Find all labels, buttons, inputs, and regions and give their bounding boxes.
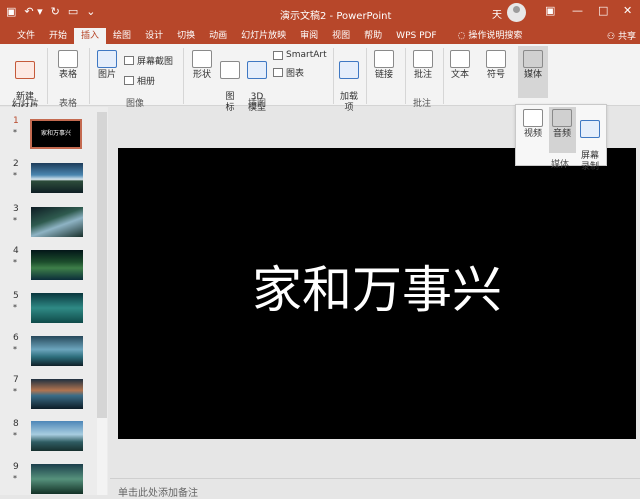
text-button[interactable]: 文本 <box>448 50 472 81</box>
slide-thumbnail[interactable] <box>31 336 83 366</box>
save-icon[interactable]: ▣ <box>6 4 16 20</box>
group-divider <box>47 48 48 104</box>
slide-thumbnail[interactable] <box>31 421 83 451</box>
slide-thumbnail[interactable] <box>31 379 83 409</box>
group-divider <box>183 48 184 104</box>
symbol-button[interactable]: 符号 <box>484 50 508 81</box>
comment-button[interactable]: 批注 <box>411 50 435 81</box>
group-divider <box>405 48 406 104</box>
chart-button[interactable]: 图表 <box>273 66 304 79</box>
avatar[interactable] <box>507 3 526 22</box>
album-button[interactable]: 相册 <box>124 74 155 87</box>
smartart-icon <box>273 50 283 60</box>
screen-record-button[interactable]: 屏幕 录制 <box>578 109 602 173</box>
group-divider <box>366 48 367 104</box>
group-divider <box>443 48 444 104</box>
slide-canvas[interactable]: 家和万事兴 <box>118 148 636 439</box>
slide-thumbnail[interactable] <box>31 464 83 494</box>
customize-icon[interactable]: ⌄ <box>86 4 95 20</box>
slide-thumbnail[interactable] <box>31 293 83 323</box>
group-divider <box>89 48 90 104</box>
window-title: 演示文稿2 - PowerPoint <box>280 11 392 22</box>
new-slide-icon <box>15 61 35 79</box>
audio-button[interactable]: 音频 <box>550 109 574 140</box>
chart-icon <box>273 68 283 77</box>
speaker-icon <box>552 109 572 127</box>
minimize-icon[interactable]: — <box>572 4 583 17</box>
user-name[interactable]: 天 <box>492 6 502 21</box>
screenshot-button[interactable]: 屏幕截图 <box>124 54 173 67</box>
shapes-button[interactable]: 形状 <box>190 50 214 81</box>
thumbnail-scrollbar-track[interactable] <box>97 418 107 495</box>
film-icon <box>523 109 543 127</box>
maximize-icon[interactable]: □ <box>598 4 608 17</box>
share-button[interactable]: ⚇ 共享 <box>607 29 636 42</box>
group-label-comments: 批注 <box>413 99 432 109</box>
media-group-label: 媒体 <box>551 160 570 170</box>
comment-icon <box>413 50 433 68</box>
addins-button[interactable]: 加载 项 <box>338 50 360 114</box>
undo-icon[interactable]: ↶ ▾ <box>24 4 42 20</box>
close-icon[interactable]: ✕ <box>623 4 632 17</box>
smartart-button[interactable]: SmartArt <box>273 50 327 60</box>
video-button[interactable]: 视频 <box>521 109 545 140</box>
lightbulb-icon: ◌ <box>457 31 469 41</box>
notes-placeholder[interactable]: 单击此处添加备注 <box>118 484 198 499</box>
icons-icon <box>220 61 240 79</box>
person-icon: ⚇ <box>607 32 618 42</box>
speaker-icon <box>523 50 543 68</box>
media-dropdown: 视频 音频 屏幕 录制 媒体 <box>515 104 607 172</box>
icons-button[interactable]: 图 标 <box>220 50 240 114</box>
group-divider <box>333 48 334 104</box>
quick-access-toolbar: ▣ ↶ ▾ ↻ ▭ ⌄ <box>6 4 96 20</box>
table-button[interactable]: 表格 <box>53 50 83 81</box>
screenshot-icon <box>124 56 134 65</box>
ribbon-display-icon[interactable]: ▣ <box>545 4 555 17</box>
screen-record-icon <box>580 120 600 138</box>
slide-title-text[interactable]: 家和万事兴 <box>118 258 636 322</box>
group-label-images: 图像 <box>126 99 145 109</box>
picture-button[interactable]: 图片 <box>94 50 120 81</box>
link-icon <box>374 50 394 68</box>
slide-thumbnail[interactable]: 家和万事兴 <box>30 119 82 149</box>
shapes-icon <box>192 50 212 68</box>
media-button[interactable]: 媒体 <box>518 46 548 98</box>
link-button[interactable]: 链接 <box>372 50 396 81</box>
addins-icon <box>339 61 359 79</box>
cube-icon <box>247 61 267 79</box>
slide-thumbnail[interactable] <box>31 207 83 237</box>
slide-thumbnail[interactable] <box>31 250 83 280</box>
group-label-illustrations: 插图 <box>248 99 267 109</box>
omega-icon <box>486 50 506 68</box>
table-icon <box>58 50 78 68</box>
ribbon-tabs: 文件 开始 插入 绘图 设计 切换 动画 幻灯片放映 审阅 视图 帮助 WPS … <box>0 26 640 46</box>
picture-icon <box>97 50 117 68</box>
title-bar: ▣ ↶ ▾ ↻ ▭ ⌄ 演示文稿2 - PowerPoint 天 ▣ — □ ✕ <box>0 0 640 26</box>
album-icon <box>124 76 134 85</box>
notes-divider[interactable] <box>110 478 640 479</box>
textbox-icon <box>450 50 470 68</box>
slide-thumbnail[interactable] <box>31 163 83 193</box>
thumbnail-scrollbar-thumb[interactable] <box>97 112 107 418</box>
present-icon[interactable]: ▭ <box>68 4 78 20</box>
redo-icon[interactable]: ↻ <box>51 4 60 20</box>
